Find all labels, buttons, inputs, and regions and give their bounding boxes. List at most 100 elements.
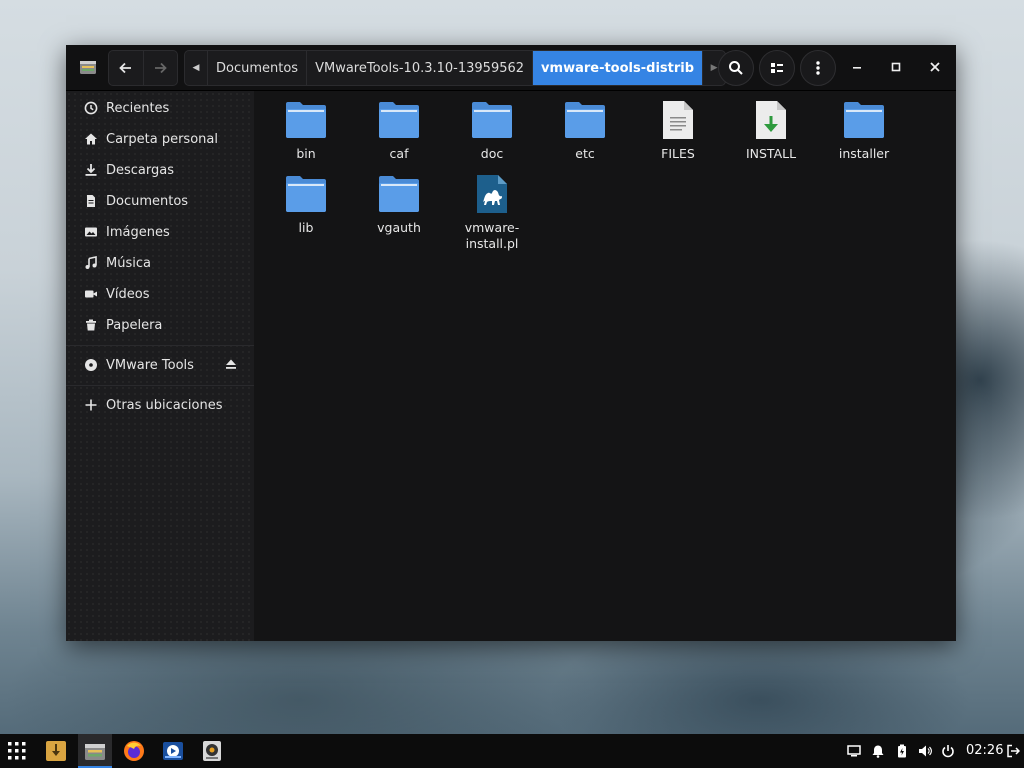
power-icon[interactable] [940,743,956,759]
minimize-button[interactable] [847,57,867,77]
app-grid-button[interactable] [5,739,29,763]
file-item-folder[interactable]: lib [261,173,351,236]
file-item-folder[interactable]: installer [819,99,909,162]
clock-icon [82,99,100,117]
menu-button[interactable] [800,50,836,86]
sidebar-item-label: Vídeos [106,286,150,302]
file-name: doc [480,146,504,161]
sidebar-item-documentos[interactable]: Documentos [66,186,254,216]
file-name: bin [296,146,316,161]
search-icon [729,61,743,75]
file-name: FILES [661,146,695,161]
archive-manager-icon [46,741,66,761]
file-name: vmware- install.pl [464,220,520,251]
view-options-button[interactable] [759,50,795,86]
notification-bell-icon[interactable] [870,743,886,759]
file-manager-window: ◀ Documentos VMwareTools-10.3.10-1395956… [66,45,956,641]
file-name: lib [298,220,314,235]
breadcrumb-documentos[interactable]: Documentos [207,51,306,85]
video-icon [82,285,100,303]
taskbar-archive-manager[interactable] [44,739,68,763]
logout-icon[interactable] [1005,743,1021,759]
sidebar-item-otras-ubicaciones[interactable]: Otras ubicaciones [66,390,254,420]
minimize-icon [853,67,861,69]
sidebar-item-label: VMware Tools [106,357,194,373]
file-name: caf [389,146,409,161]
sidebar-item-label: Papelera [106,317,163,333]
breadcrumb-vmwaretools[interactable]: VMwareTools-10.3.10-13959562 [306,51,532,85]
folder-icon [285,99,327,141]
file-name: installer [838,146,890,161]
sidebar-item-label: Recientes [106,100,170,116]
disk-utility-icon [203,741,221,761]
sidebar-separator [66,345,254,346]
header-bar: ◀ Documentos VMwareTools-10.3.10-1395956… [66,45,956,91]
maximize-button[interactable] [886,57,906,77]
file-item-folder[interactable]: caf [354,99,444,162]
taskbar-file-manager[interactable] [83,739,107,763]
perl-camel-icon [471,173,513,215]
menu-kebab-icon [816,61,820,75]
taskbar: 02:26 [0,734,1024,768]
file-item-folder[interactable]: bin [261,99,351,162]
taskbar-disk-utility[interactable] [200,739,224,763]
disc-icon [82,356,100,374]
close-icon [930,62,940,72]
breadcrumb-current[interactable]: vmware-tools-distrib [532,51,703,85]
arrow-left-icon [118,62,131,74]
path-scroll-left-button[interactable]: ◀ [185,51,207,85]
file-item-folder[interactable]: etc [540,99,630,162]
sidebar-item-descargas[interactable]: Descargas [66,155,254,185]
display-icon[interactable] [846,743,862,759]
music-icon [82,254,100,272]
sidebar-item-vmware-tools[interactable]: VMware Tools [66,350,254,380]
folder-icon [378,173,420,215]
forward-button[interactable] [142,51,178,85]
navigation-buttons [108,50,178,86]
file-item-folder[interactable]: doc [447,99,537,162]
battery-icon[interactable] [894,743,910,759]
file-name: etc [575,146,595,161]
file-view: bin caf doc etc FILES INSTALL installer [254,91,956,641]
arrow-right-icon [155,62,168,74]
taskbar-media-player[interactable] [161,739,185,763]
sidebar-item-recientes[interactable]: Recientes [66,93,254,123]
install-file-icon [750,99,792,141]
folder-icon [843,99,885,141]
file-item-text[interactable]: FILES [633,99,723,162]
home-icon [82,130,100,148]
media-player-icon [163,742,183,760]
sidebar-item-imagenes[interactable]: Imágenes [66,217,254,247]
file-item-folder[interactable]: vgauth [354,173,444,236]
path-bar: ◀ Documentos VMwareTools-10.3.10-1395956… [184,50,727,86]
file-item-install[interactable]: INSTALL [726,99,816,162]
folder-icon [285,173,327,215]
maximize-icon [891,62,901,72]
sidebar-item-label: Documentos [106,193,189,209]
volume-icon[interactable] [917,743,933,759]
folder-icon [471,99,513,141]
file-name: vgauth [377,220,421,235]
sidebar-item-label: Imágenes [106,224,170,240]
sidebar-item-videos[interactable]: Vídeos [66,279,254,309]
image-icon [82,223,100,241]
taskbar-firefox[interactable] [122,739,146,763]
close-button[interactable] [925,57,945,77]
app-grid-icon [8,742,26,760]
sidebar-item-carpeta-personal[interactable]: Carpeta personal [66,124,254,154]
clock[interactable]: 02:26 [966,743,1003,758]
sidebar-item-musica[interactable]: Música [66,248,254,278]
back-button[interactable] [109,51,143,85]
search-button[interactable] [718,50,754,86]
folder-icon [564,99,606,141]
sidebar-item-papelera[interactable]: Papelera [66,310,254,340]
sidebar-item-label: Música [106,255,151,271]
sidebar-item-label: Otras ubicaciones [106,397,223,413]
plus-icon [82,396,100,414]
sidebar-item-label: Carpeta personal [106,131,218,147]
eject-icon[interactable] [224,357,238,371]
download-icon [82,161,100,179]
file-item-perl-script[interactable]: vmware- install.pl [447,173,537,252]
folder-icon [378,99,420,141]
view-list-icon [771,63,783,73]
